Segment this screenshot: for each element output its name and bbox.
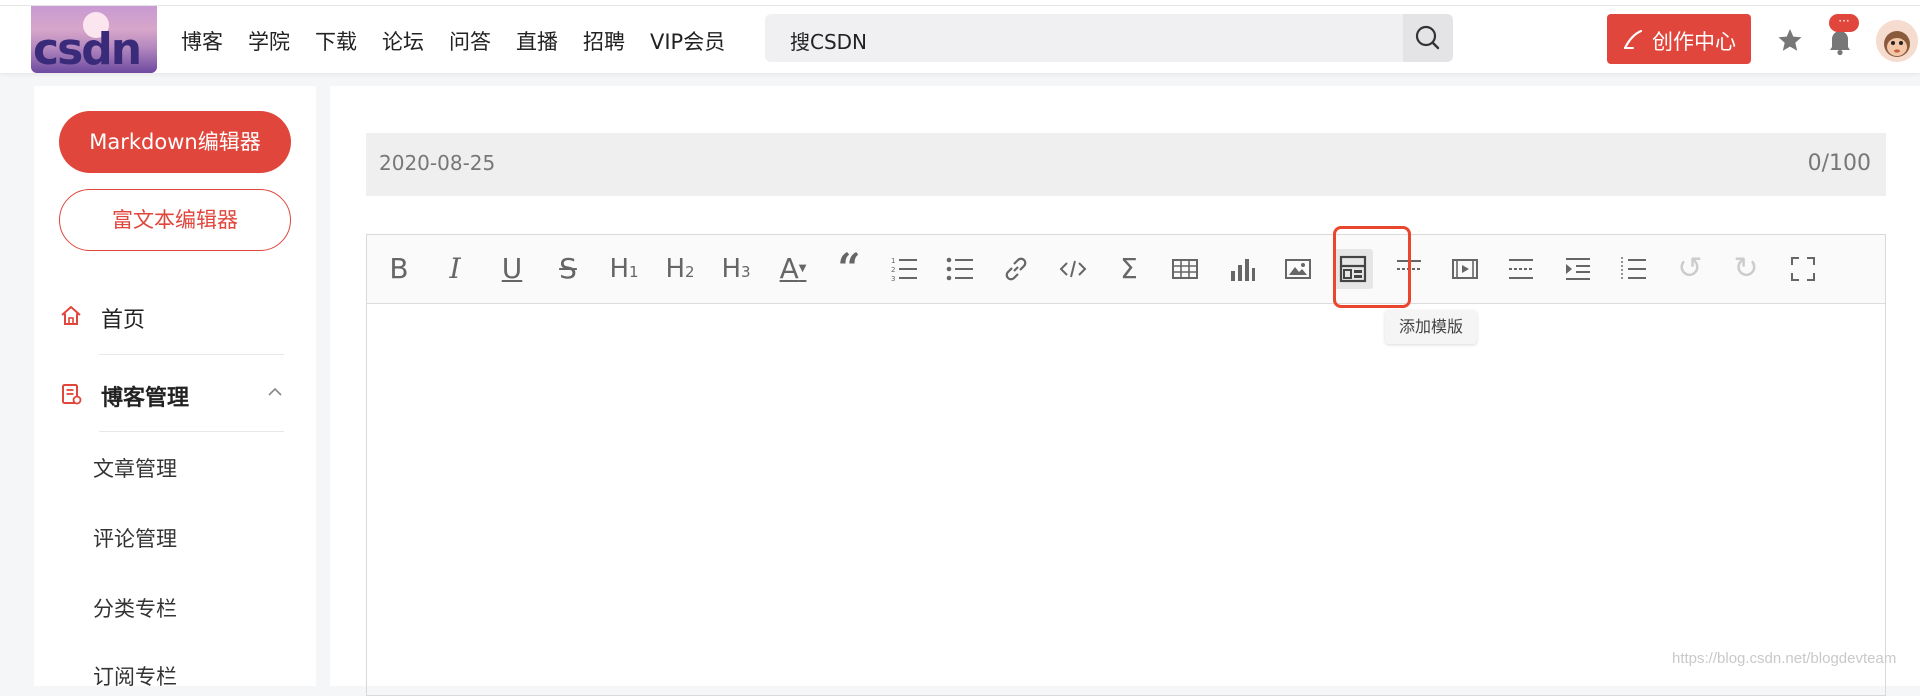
richtext-editor-button[interactable]: 富文本编辑器 [59,189,291,251]
sidebar-item-subscriptions[interactable]: 订阅专栏 [93,661,177,691]
nav-forum[interactable]: 论坛 [382,26,424,56]
sidebar: Markdown编辑器 富文本编辑器 首页 博客管理 文章管理 评论管理 分类专… [34,86,316,689]
top-header: csdn 博客 学院 下载 论坛 问答 直播 招聘 VIP会员 搜CSDN 创作… [0,6,1920,73]
heading-3-icon[interactable]: H3 [716,249,756,289]
svg-text:2: 2 [891,266,895,274]
sidebar-item-blog-manage[interactable]: 博客管理 [59,374,291,414]
notification-badge: ··· [1829,14,1859,32]
chart-icon[interactable] [1222,249,1262,289]
link-icon[interactable] [996,249,1036,289]
main-nav: 博客 学院 下载 论坛 问答 直播 招聘 VIP会员 [181,26,750,56]
rich-text-editor[interactable]: B I U S H1 H2 H3 A▼ “ 123 Σ ↺ ↻ [366,234,1886,696]
create-center-label: 创作中心 [1652,30,1736,54]
nav-download[interactable]: 下载 [315,26,357,56]
title-input[interactable]: 2020-08-25 0/100 [366,133,1886,196]
logo-text: csdn [33,24,142,73]
svg-text:1: 1 [891,257,895,265]
heading-1-icon[interactable]: H1 [604,249,644,289]
strikethrough-icon[interactable]: S [548,249,588,289]
video-icon[interactable] [1445,249,1485,289]
ordered-list-icon[interactable]: 123 [884,249,924,289]
underline-icon[interactable]: U [492,249,532,289]
create-center-button[interactable]: 创作中心 [1607,14,1751,64]
sidebar-divider [99,354,284,355]
heading-2-icon[interactable]: H2 [660,249,700,289]
outdent-icon[interactable] [1614,249,1654,289]
sidebar-item-blog-manage-label: 博客管理 [101,386,190,411]
indent-icon[interactable] [1558,249,1598,289]
watermark: https://blog.csdn.net/blogdevteam [1672,650,1897,667]
sidebar-item-categories[interactable]: 分类专栏 [93,593,177,623]
editor-toolbar: B I U S H1 H2 H3 A▼ “ 123 Σ ↺ ↻ [367,235,1885,304]
template-tooltip: 添加模版 [1385,310,1477,344]
fullscreen-icon[interactable] [1783,249,1823,289]
nav-jobs[interactable]: 招聘 [583,26,625,56]
sidebar-item-home-label: 首页 [101,308,146,333]
code-icon[interactable] [1053,249,1093,289]
undo-icon[interactable]: ↺ [1670,249,1710,289]
svg-text:3: 3 [891,275,895,283]
formula-icon[interactable]: Σ [1109,249,1149,289]
image-icon[interactable] [1278,249,1318,289]
sidebar-item-articles[interactable]: 文章管理 [93,453,177,483]
nav-qa[interactable]: 问答 [449,26,491,56]
sidebar-item-home[interactable]: 首页 [59,296,289,336]
sidebar-divider [99,431,284,432]
nav-academy[interactable]: 学院 [248,26,290,56]
star-icon[interactable] [1776,26,1804,54]
bold-icon[interactable]: B [379,249,419,289]
template-highlight-box [1333,226,1411,308]
font-color-icon[interactable]: A▼ [773,249,813,289]
sidebar-item-comments[interactable]: 评论管理 [93,523,177,553]
todo-list-icon[interactable] [1501,249,1541,289]
title-char-counter: 0/100 [1807,151,1871,176]
document-icon [62,384,82,405]
search-icon [1415,25,1440,50]
pen-icon [1623,29,1643,50]
nav-live[interactable]: 直播 [516,26,558,56]
title-value: 2020-08-25 [379,151,496,175]
italic-icon[interactable]: I [435,249,475,289]
table-icon[interactable] [1165,249,1205,289]
monkey-face-icon [1876,20,1918,62]
search-box[interactable]: 搜CSDN [765,14,1453,62]
markdown-editor-button[interactable]: Markdown编辑器 [59,111,291,173]
csdn-logo[interactable]: csdn [31,6,157,73]
user-avatar[interactable] [1876,20,1918,62]
unordered-list-icon[interactable] [940,249,980,289]
nav-blog[interactable]: 博客 [181,26,223,56]
search-button[interactable] [1403,14,1453,62]
redo-icon[interactable]: ↻ [1726,249,1766,289]
editor-panel: 2020-08-25 0/100 B I U S H1 H2 H3 A▼ “ 1… [330,86,1920,696]
quote-icon[interactable]: “ [829,249,869,289]
search-input[interactable]: 搜CSDN [790,26,867,55]
chevron-up-icon [268,387,282,396]
home-icon [61,306,81,325]
nav-vip[interactable]: VIP会员 [650,26,725,56]
